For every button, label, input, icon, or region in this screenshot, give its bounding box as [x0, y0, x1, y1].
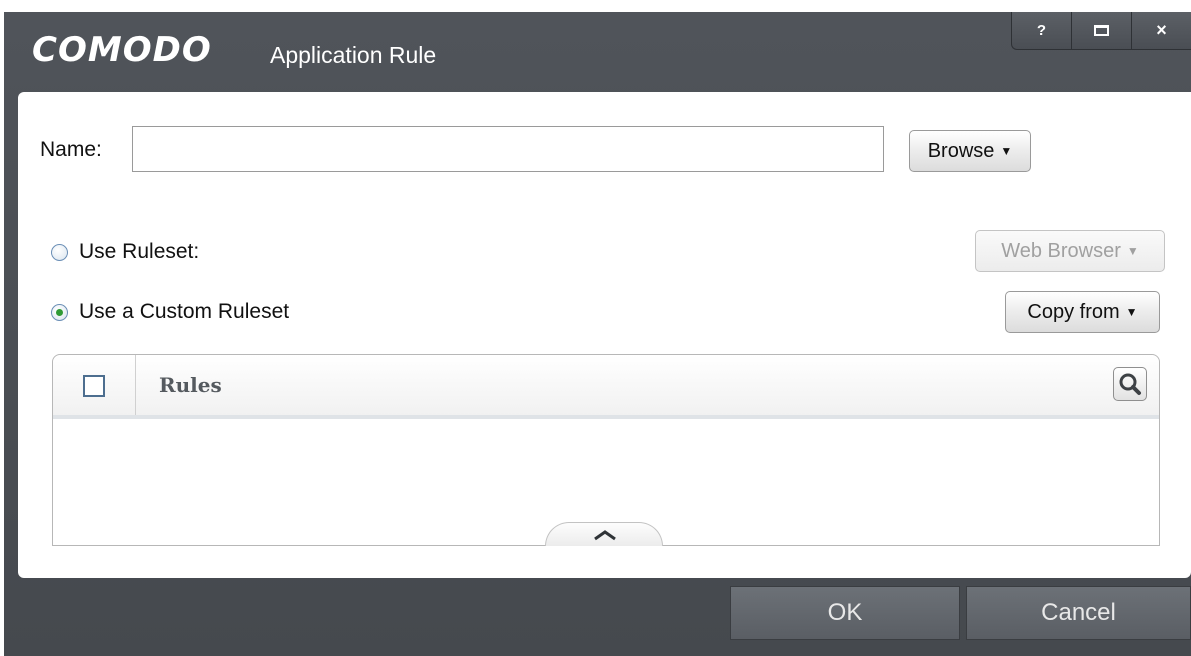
comodo-logo: COMODO	[32, 30, 212, 70]
maximize-button[interactable]	[1071, 12, 1131, 50]
copy-from-label: Copy from	[1027, 300, 1120, 323]
browse-button[interactable]: Browse ▼	[909, 130, 1031, 172]
expand-toggle[interactable]	[545, 522, 663, 546]
title-bar[interactable]: COMODO Application Rule ? ×	[4, 12, 1191, 92]
application-rule-dialog: COMODO Application Rule ? × Name: Browse…	[4, 12, 1191, 656]
close-icon: ×	[1156, 20, 1167, 40]
content-panel: Name: Browse ▼ Use Ruleset: Web Browser …	[18, 92, 1191, 578]
ruleset-select-value: Web Browser	[1001, 239, 1121, 262]
search-button[interactable]	[1113, 367, 1147, 401]
rules-table: Rules	[52, 354, 1160, 546]
use-custom-ruleset-label: Use a Custom Ruleset	[79, 300, 290, 323]
ok-button[interactable]: OK	[730, 586, 960, 640]
chevron-down-icon: ▼	[1125, 305, 1138, 319]
ruleset-select[interactable]: Web Browser ▼	[975, 230, 1165, 272]
name-input[interactable]	[132, 126, 884, 172]
cancel-button[interactable]: Cancel	[966, 586, 1191, 640]
use-ruleset-radio[interactable]	[51, 244, 68, 261]
maximize-icon	[1094, 25, 1109, 36]
use-custom-ruleset-radio[interactable]	[51, 304, 68, 321]
chevron-up-icon	[594, 530, 616, 541]
rules-column-header[interactable]: Rules	[159, 373, 222, 397]
use-ruleset-label: Use Ruleset:	[79, 240, 200, 263]
rules-table-header: Rules	[53, 355, 1159, 419]
window-title: Application Rule	[270, 42, 437, 68]
help-button[interactable]: ?	[1011, 12, 1071, 50]
search-icon	[1119, 373, 1141, 395]
help-icon: ?	[1036, 22, 1047, 39]
chevron-down-icon: ▼	[1126, 244, 1139, 258]
select-all-checkbox[interactable]	[83, 375, 105, 397]
select-all-column	[53, 355, 136, 415]
browse-label: Browse	[927, 139, 995, 162]
name-label: Name:	[40, 138, 102, 161]
chevron-down-icon: ▼	[1000, 144, 1013, 158]
copy-from-button[interactable]: Copy from ▼	[1005, 291, 1160, 333]
close-button[interactable]: ×	[1131, 12, 1191, 50]
window-controls: ? ×	[1011, 12, 1191, 50]
